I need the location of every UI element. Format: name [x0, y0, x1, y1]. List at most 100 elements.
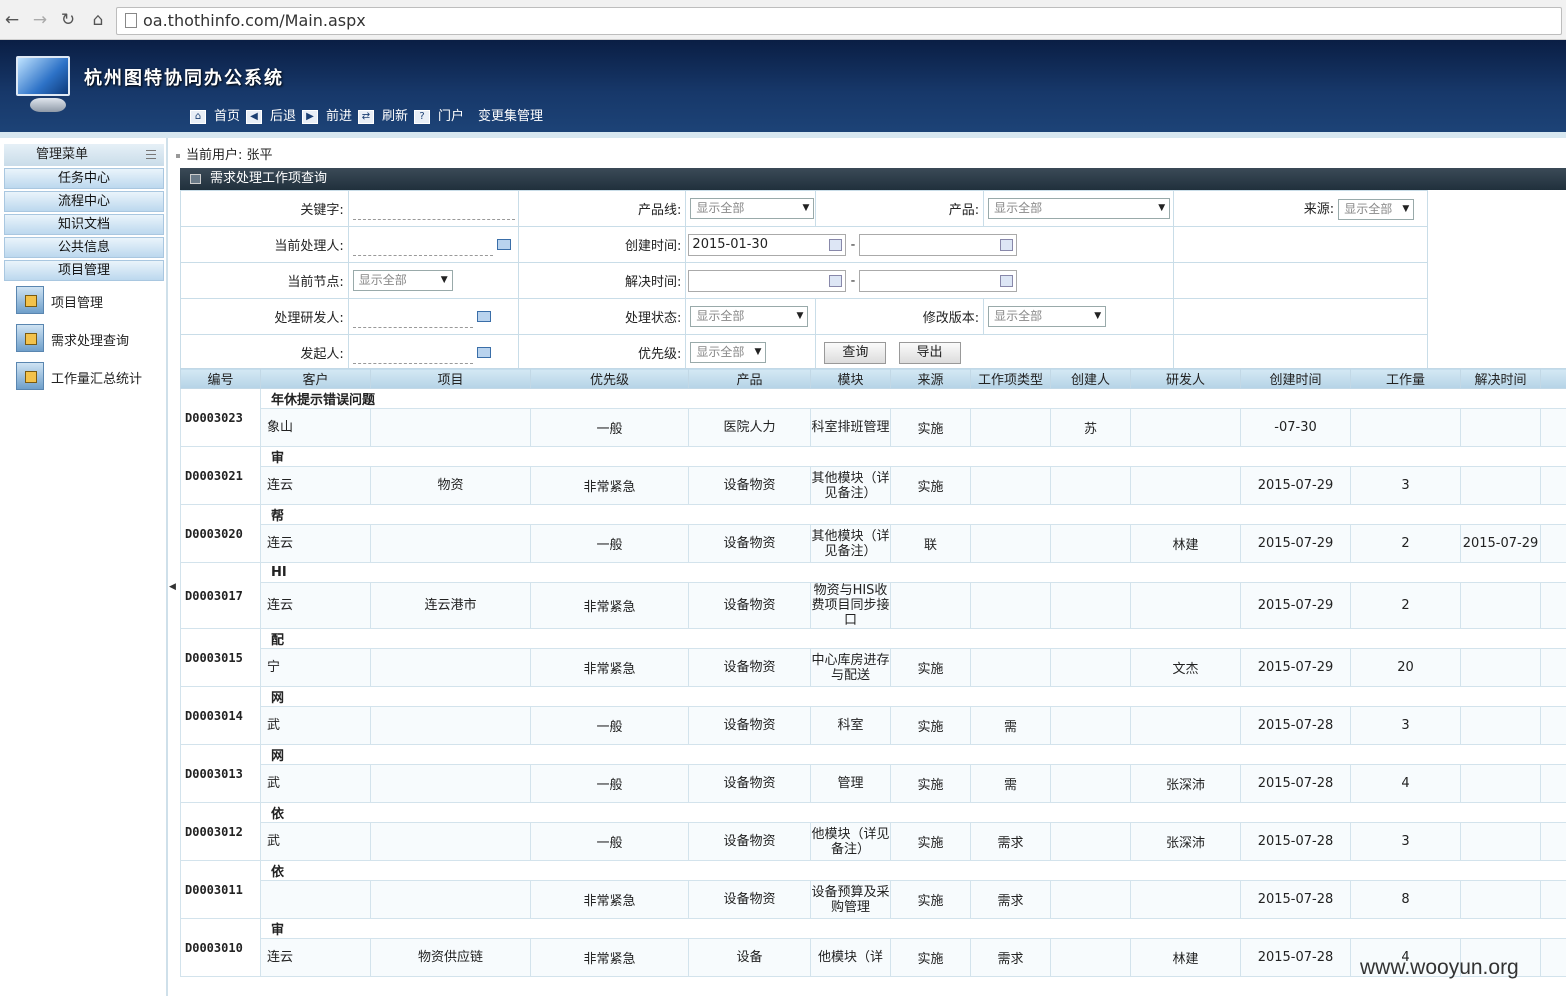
row-id[interactable]: D0003021: [180, 446, 261, 505]
sidebar-item-task-center[interactable]: 任务中心: [4, 168, 164, 189]
developer-input[interactable]: [352, 306, 473, 328]
table-row-detail[interactable]: 象山 一般 医院人力 科室排班管理 实施 苏 -07-30: [181, 408, 1566, 447]
resolved-from-input[interactable]: [688, 269, 847, 292]
cell-priority: 一般: [530, 408, 689, 447]
table-row-detail[interactable]: 武 一般 设备物资 科室 实施需 2015-07-28 3: [181, 706, 1566, 745]
table-row-detail[interactable]: 武 一般 设备物资 他模块（详见备注） 实施 需求 张深沛 2015-07-28 3: [181, 822, 1566, 861]
row-id[interactable]: D0003011: [180, 860, 261, 919]
node-select[interactable]: 显示全部: [352, 270, 453, 291]
home-nav-icon[interactable]: ⌂: [190, 110, 206, 124]
handler-input[interactable]: [352, 234, 493, 256]
created-from-input[interactable]: 2015-01-30: [688, 233, 847, 256]
table-row[interactable]: D0003023 年休提示错误问题: [180, 388, 1566, 447]
cell-priority: 一般: [530, 706, 689, 745]
row-title[interactable]: 审: [260, 918, 1566, 939]
priority-select[interactable]: 显示全部: [690, 342, 767, 363]
menu-toggle-icon[interactable]: [146, 150, 156, 159]
sidebar-link-requirement-query[interactable]: 需求处理查询: [16, 324, 166, 354]
priority-label: 优先级:: [517, 334, 687, 371]
row-id[interactable]: D0003012: [180, 802, 261, 861]
calendar-icon[interactable]: [829, 238, 843, 251]
nav-forward[interactable]: 前进: [326, 106, 352, 128]
row-title[interactable]: 网: [260, 744, 1566, 765]
address-bar[interactable]: oa.thothinfo.com/Main.aspx: [116, 7, 1562, 35]
status-select[interactable]: 显示全部: [690, 306, 809, 327]
sidebar-link-project-management[interactable]: 项目管理: [16, 286, 166, 316]
header-band: [0, 132, 1566, 138]
forward-icon[interactable]: →: [28, 8, 52, 32]
sidebar-link-workload-stats[interactable]: 工作量汇总统计: [16, 362, 166, 392]
nav-back[interactable]: 后退: [270, 106, 296, 128]
cell-developer: 张深沛: [1130, 822, 1241, 861]
table-row-detail[interactable]: 连云 连云港市 非常紧急 设备物资 物资与HIS收费项目同步接口 2015-07-29 2: [181, 582, 1566, 629]
row-title[interactable]: 依: [260, 802, 1566, 823]
row-id[interactable]: D0003013: [180, 744, 261, 803]
row-title[interactable]: 年休提示错误问题: [260, 388, 1566, 409]
portal-nav-icon[interactable]: ?: [414, 110, 430, 124]
row-id[interactable]: D0003015: [180, 628, 261, 687]
table-row-detail[interactable]: 连云 一般 设备物资 其他模块（详见备注）联林建 2015-07-29 2 2015-07-…: [181, 524, 1566, 563]
cell-created: 2015-07-29: [1240, 648, 1351, 687]
calendar-icon[interactable]: [1000, 274, 1014, 287]
row-title[interactable]: 网: [260, 686, 1566, 707]
refresh-nav-icon[interactable]: ⇄: [358, 110, 374, 124]
forward-nav-icon[interactable]: ▶: [302, 110, 318, 124]
table-row[interactable]: D0003015 配: [180, 628, 1566, 687]
version-select[interactable]: 显示全部: [988, 306, 1107, 327]
table-row-detail[interactable]: 非常紧急 设备物资 设备预算及采购管理 实施 需求 2015-07-28 8: [181, 880, 1566, 919]
row-title[interactable]: 审: [260, 446, 1566, 467]
table-row[interactable]: D0003010 审: [180, 918, 1566, 977]
row-id[interactable]: D0003010: [180, 918, 261, 977]
product-select[interactable]: 显示全部: [988, 198, 1171, 219]
row-id[interactable]: D0003020: [180, 504, 261, 563]
source-select[interactable]: 显示全部: [1338, 198, 1415, 220]
table-row-detail[interactable]: 宁 非常紧急 设备物资 中心库房进存与配送 实施 文杰 2015-07-29 20: [181, 648, 1566, 687]
table-row[interactable]: D0003020 帮: [180, 504, 1566, 563]
calendar-icon[interactable]: [1000, 238, 1014, 251]
table-row[interactable]: D0003011 依: [180, 860, 1566, 919]
address-book-icon[interactable]: [496, 239, 511, 250]
table-row[interactable]: D0003021 审: [180, 446, 1566, 505]
back-nav-icon[interactable]: ◀: [246, 110, 262, 124]
table-row[interactable]: D0003014 网: [180, 686, 1566, 745]
table-row-detail[interactable]: 连云 物资 非常紧急 设备物资 其他模块（详见备注） 实施 2015-07-29 3: [181, 466, 1566, 505]
table-row[interactable]: D0003013 网: [180, 744, 1566, 803]
row-id[interactable]: D0003014: [180, 686, 261, 745]
nav-home[interactable]: 首页: [214, 106, 240, 128]
query-button[interactable]: 查询: [824, 341, 887, 364]
nav-refresh[interactable]: 刷新: [382, 106, 408, 128]
collapse-sidebar-icon[interactable]: ◀: [169, 582, 176, 592]
created-to-input[interactable]: [859, 233, 1018, 256]
row-title[interactable]: 帮: [260, 504, 1566, 525]
sidebar: 管理菜单 任务中心 流程中心 知识文档 公共信息 项目管理 项目管理 需求处理查…: [0, 138, 168, 996]
reload-icon[interactable]: ↻: [56, 8, 80, 32]
nav-changeset[interactable]: 变更集管理: [478, 106, 543, 128]
table-row-detail[interactable]: 武 一般 设备物资 管理 实施需 张深沛 2015-07-28 4: [181, 764, 1566, 803]
resolved-to-input[interactable]: [859, 269, 1018, 292]
back-icon[interactable]: ←: [0, 8, 24, 32]
row-title[interactable]: 依: [260, 860, 1566, 881]
table-row-detail[interactable]: 连云 物资供应链 非常紧急 设备 他模块（详 实施 需求 林建 2015-07-28 4: [181, 938, 1566, 977]
table-row[interactable]: D0003012 依: [180, 802, 1566, 861]
product-line-select[interactable]: 显示全部: [690, 198, 815, 219]
export-button[interactable]: 导出: [898, 341, 961, 364]
cell-customer: 连云: [260, 938, 371, 977]
cell-source: 实施: [890, 938, 971, 977]
home-icon[interactable]: ⌂: [86, 8, 110, 32]
sidebar-item-knowledge-docs[interactable]: 知识文档: [4, 214, 164, 235]
nav-portal[interactable]: 门户: [438, 106, 464, 128]
initiator-input[interactable]: [352, 342, 473, 364]
sidebar-item-process-center[interactable]: 流程中心: [4, 191, 164, 212]
calendar-icon[interactable]: [829, 274, 843, 287]
row-id[interactable]: D0003023: [180, 388, 261, 447]
table-row[interactable]: D0003017 HI: [180, 562, 1566, 629]
sidebar-item-public-info[interactable]: 公共信息: [4, 237, 164, 258]
sidebar-item-project-management[interactable]: 项目管理: [4, 260, 164, 281]
address-book-icon[interactable]: [476, 311, 491, 322]
address-book-icon[interactable]: [476, 347, 491, 358]
row-id[interactable]: D0003017: [180, 562, 261, 629]
row-title[interactable]: 配: [260, 628, 1566, 649]
row-title[interactable]: HI: [260, 562, 1566, 583]
keyword-input[interactable]: [352, 198, 515, 220]
handler-label: 当前处理人:: [180, 226, 349, 263]
